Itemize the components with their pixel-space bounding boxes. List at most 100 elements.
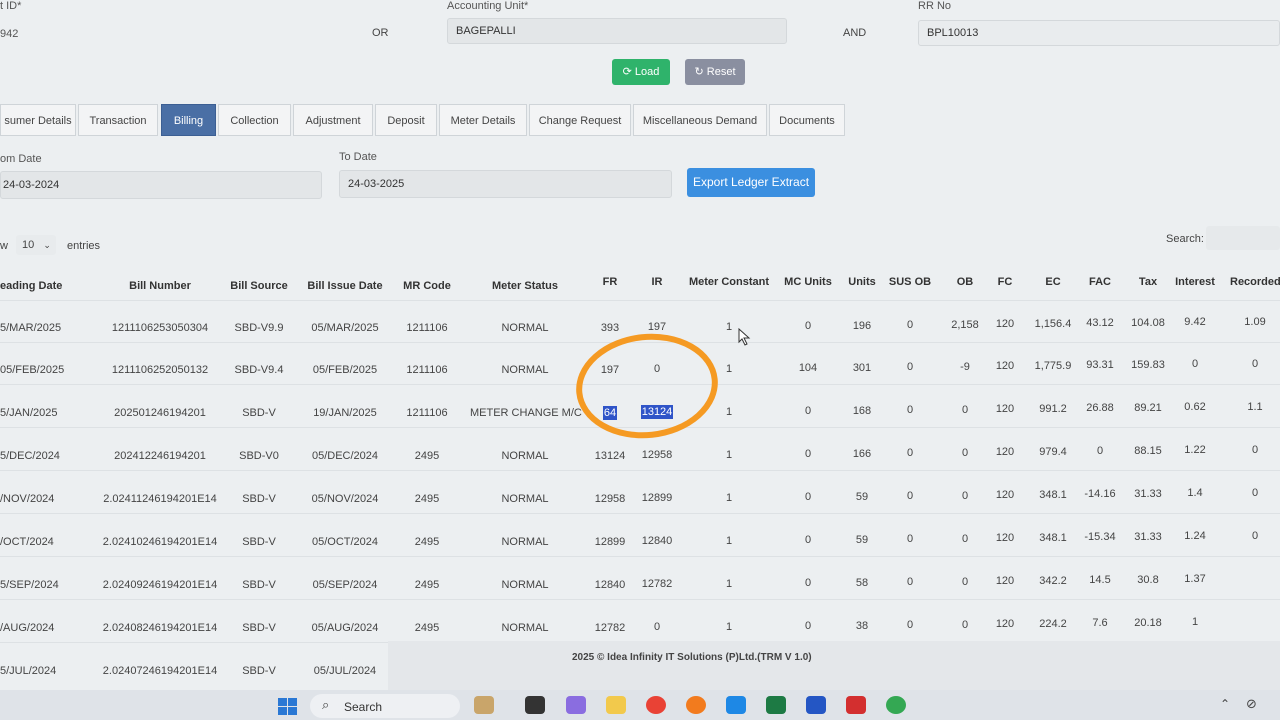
cell-fac: 26.88 [1086,402,1114,414]
column-header-ir[interactable]: IR [637,276,677,288]
cell-recorded: 1.09 [1244,316,1266,328]
cell-mr-code: 2495 [414,536,440,548]
copilot-icon[interactable] [566,696,586,714]
windows-start-icon[interactable] [278,698,298,716]
cell-bill-source: SBD-V [242,407,276,419]
tab-change-request[interactable]: Change Request [529,104,631,136]
tab-deposit[interactable]: Deposit [375,104,437,136]
cell-bill-issue-date: 05/OCT/2024 [311,536,379,548]
cell-ir: 12958 [641,449,673,461]
column-header-meter-status[interactable]: Meter Status [470,280,580,292]
load-button[interactable]: ⟳ Load [612,59,670,85]
file-explorer-icon[interactable] [606,696,626,714]
column-header-reading-date[interactable]: eading Date [0,280,86,292]
cell-fc: 120 [995,446,1015,458]
taskbar-search-box[interactable]: ⌕ Search [310,694,460,718]
chrome-profile-icon[interactable] [886,696,906,714]
cell-bill-issue-date: 05/FEB/2025 [312,364,378,376]
cell-tax: 159.83 [1131,359,1165,371]
reset-button[interactable]: ↻ Reset [685,59,745,85]
tab-consumer-details[interactable]: sumer Details [0,104,76,136]
column-header-tax[interactable]: Tax [1128,276,1168,288]
cell-bill-issue-date: 05/NOV/2024 [311,493,379,505]
cell-ir: 12840 [641,535,673,547]
cell-units: 59 [855,491,869,503]
edge-icon[interactable] [726,696,746,714]
cell-mr-code: 2495 [414,579,440,591]
tab-documents[interactable]: Documents [769,104,845,136]
column-header-mr-code[interactable]: MR Code [392,280,462,292]
cell-bill-source: SBD-V0 [239,450,279,462]
column-header-sus-ob[interactable]: SUS OB [887,276,933,288]
column-header-interest[interactable]: Interest [1170,276,1220,288]
column-header-fac[interactable]: FAC [1080,276,1120,288]
rr-no-field[interactable]: BPL10013 [918,20,1280,46]
network-icon[interactable]: ⊘ [1246,696,1257,712]
acrobat-icon[interactable] [846,696,866,714]
cell-ob: 2,158 [951,319,979,331]
column-header-ec[interactable]: EC [1030,276,1076,288]
tab-billing[interactable]: Billing [161,104,216,136]
cell-fc: 120 [995,618,1015,630]
cell-interest: 1.22 [1184,444,1206,456]
footer-bar [388,641,1280,690]
cell-reading-date: 5/JAN/2025 [0,407,58,419]
page-size-select[interactable]: 10 ⌄ [16,235,56,255]
to-date-field[interactable]: 24-03-2025 [339,170,672,198]
id-value: 942 [0,28,19,40]
cell-fac: 93.31 [1086,359,1114,371]
column-header-bill-issue-date[interactable]: Bill Issue Date [300,280,390,292]
search-icon: ⌕ [322,697,330,712]
tab-meter-details[interactable]: Meter Details [439,104,527,136]
cell-units: 58 [855,577,869,589]
cell-meter-status: NORMAL [501,493,549,505]
cell-fr: 12840 [594,579,626,591]
cell-fc: 120 [995,403,1015,415]
cell-mc-units: 104 [798,362,818,374]
cell-bill-number: 2.02411246194201E14 [103,493,217,505]
cell-ec: 979.4 [1039,446,1067,458]
column-header-recorded[interactable]: Recorded [1230,276,1280,288]
tab-miscellaneous-demand[interactable]: Miscellaneous Demand [633,104,767,136]
column-header-bill-number[interactable]: Bill Number [100,280,220,292]
excel-icon[interactable] [766,696,786,714]
tab-collection[interactable]: Collection [218,104,291,136]
cell-meter-constant: 1 [725,621,733,633]
cell-ob: 0 [961,404,969,416]
footer-copyright: 2025 © Idea Infinity IT Solutions (P)Ltd… [572,652,812,663]
table-search-input[interactable] [1206,226,1280,250]
tray-chevron-up-icon[interactable]: ⌃ [1220,697,1230,711]
word-icon[interactable] [806,696,826,714]
reset-label: Reset [706,66,736,78]
cell-ob: 0 [961,533,969,545]
export-ledger-button[interactable]: Export Ledger Extract [687,168,815,197]
widgets-icon[interactable] [474,696,494,714]
column-header-fc[interactable]: FC [990,276,1020,288]
accounting-unit-field[interactable]: BAGEPALLI [447,18,787,44]
column-header-mc-units[interactable]: MC Units [780,276,836,288]
cell-bill-source: SBD-V [242,665,276,677]
cell-reading-date: 5/DEC/2024 [0,450,60,462]
from-date-field[interactable]: 24-03-2024 [0,171,322,199]
page-size-value: 10 [22,239,35,251]
cell-meter-constant: 1 [725,578,733,590]
firefox-icon[interactable] [686,696,706,714]
cell-bill-issue-date: 05/AUG/2024 [311,622,379,634]
column-header-bill-source[interactable]: Bill Source [228,280,290,292]
chrome-icon[interactable] [646,696,666,714]
tab-transaction[interactable]: Transaction [78,104,158,136]
tab-adjustment[interactable]: Adjustment [293,104,373,136]
chevron-down-icon: ⌄ [43,240,51,250]
column-header-fr[interactable]: FR [590,276,630,288]
column-header-meter-constant[interactable]: Meter Constant [684,276,774,288]
cell-mr-code: 2495 [414,622,440,634]
cell-units: 38 [855,620,869,632]
cell-bill-source: SBD-V9.4 [234,364,284,376]
column-header-ob[interactable]: OB [950,276,980,288]
task-view-icon[interactable] [525,696,545,714]
cell-bill-issue-date: 05/SEP/2024 [312,579,378,591]
show-label: w [0,240,8,252]
cell-sus-ob: 0 [906,619,914,631]
cell-fac: -15.34 [1084,531,1116,543]
column-header-units[interactable]: Units [842,276,882,288]
